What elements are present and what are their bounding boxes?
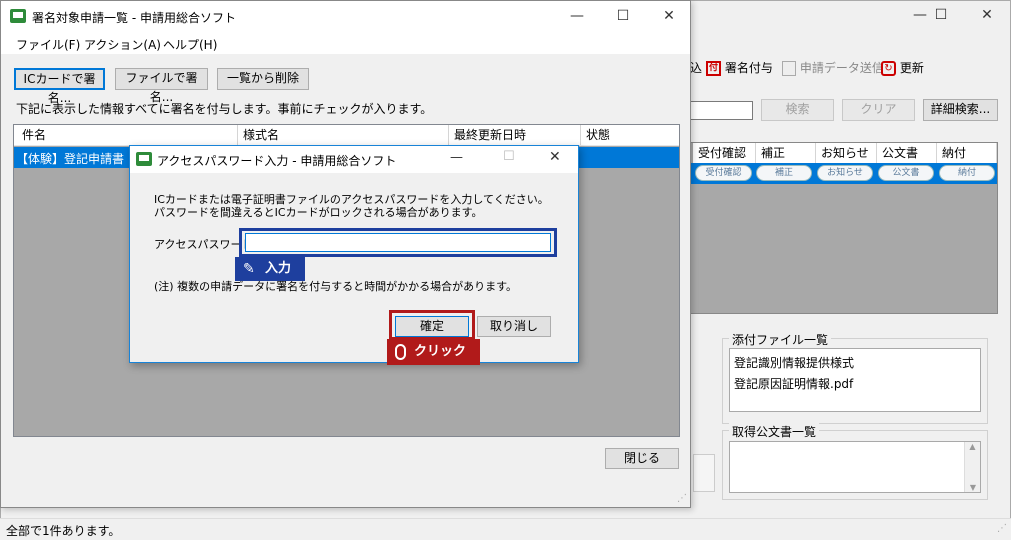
close-window-button[interactable]: 閉じる — [605, 448, 679, 469]
cancel-button[interactable]: 取り消し — [477, 316, 551, 337]
row-subject: 【体験】登記申請書 — [16, 152, 125, 166]
col-header-form[interactable]: 様式名 — [238, 125, 449, 145]
send-icon — [782, 61, 796, 76]
attachment-item[interactable]: 登記識別情報提供様式 — [734, 354, 854, 371]
resize-grip-icon[interactable]: ⋰ — [677, 493, 687, 504]
mouse-icon — [395, 344, 406, 360]
bg-clear-button[interactable]: クリア — [842, 99, 915, 121]
bg-status-pill[interactable]: 補正 — [756, 165, 812, 181]
bg-selected-row[interactable]: 受付確認 補正 お知らせ 公文書 納付 — [691, 163, 997, 184]
app-icon — [10, 9, 26, 23]
dialog-title: アクセスパスワード入力 - 申請用総合ソフト — [157, 154, 397, 168]
bg-col-header[interactable]: 納付 — [937, 143, 997, 163]
click-callout-label: クリック — [414, 344, 467, 359]
col-header-subject[interactable]: 件名 — [14, 125, 238, 145]
bg-toolbar-partial-item[interactable]: 込 — [690, 58, 702, 78]
dialog-minimize-button[interactable]: — — [450, 150, 463, 165]
refresh-icon: ↻ — [881, 61, 896, 76]
bg-col-header[interactable]: 受付確認 — [693, 143, 756, 163]
dialog-message-2: パスワードを間違えるとICカードがロックされる場合があります。 — [154, 206, 483, 219]
bg-toolbar-refresh-item[interactable]: ↻ 更新 — [881, 58, 924, 78]
sign-list-titlebar: 署名対象申請一覧 - 申請用総合ソフト — ☐ ✕ — [1, 1, 690, 32]
ok-button-highlight — [389, 310, 475, 340]
bg-toolbar-sign-item[interactable]: 付 署名付与 — [706, 58, 773, 78]
bg-toolbar-send-label: 申請データ送信 — [799, 61, 884, 75]
dialog-close-button[interactable]: ✕ — [549, 149, 561, 165]
attachments-title: 添付ファイル一覧 — [729, 331, 832, 348]
ic-card-sign-button[interactable]: ICカードで署名... — [14, 68, 105, 105]
pencil-icon: ✎ — [243, 261, 255, 277]
table-header: 件名 様式名 最終更新日時 状態 — [14, 125, 679, 146]
sign-icon: 付 — [706, 61, 721, 76]
menu-help[interactable]: ヘルプ(H) — [163, 36, 217, 53]
bg-toolbar-sign-label: 署名付与 — [724, 61, 773, 75]
bg-status-pill[interactable]: 公文書 — [878, 165, 934, 181]
dialog-note: (注) 複数の申請データに署名を付与すると時間がかかる場合があります。 — [154, 280, 517, 293]
bg-grid: 受付確認 補正 お知らせ 公文書 納付 受付確認 補正 お知らせ 公文書 納付 — [690, 142, 998, 314]
bg-detail-search-button[interactable]: 詳細検索... — [923, 99, 998, 121]
col-header-status[interactable]: 状態 — [581, 125, 679, 145]
bg-col-header[interactable]: 補正 — [756, 143, 816, 163]
menu-bar: ファイル(F) アクション(A) ヘルプ(H) — [1, 32, 690, 54]
menu-action[interactable]: アクション(A) — [84, 36, 161, 53]
attachments-list[interactable]: 登記識別情報提供様式 登記原因証明情報.pdf — [729, 348, 981, 412]
file-sign-button[interactable]: ファイルで署名... — [115, 68, 208, 104]
scrollbar[interactable]: ▲ ▼ — [964, 442, 980, 492]
scroll-up-icon[interactable]: ▲ — [965, 442, 980, 451]
password-label: アクセスパスワード — [154, 238, 253, 251]
col-header-updated[interactable]: 最終更新日時 — [449, 125, 581, 145]
official-docs-list[interactable]: ▲ ▼ — [729, 441, 981, 493]
bg-close-button[interactable]: ✕ — [964, 0, 1010, 30]
close-button[interactable]: ✕ — [646, 1, 692, 31]
click-callout: クリック — [387, 339, 480, 365]
bg-status-pill[interactable]: 納付 — [939, 165, 995, 181]
status-text: 全部で1件あります。 — [6, 524, 121, 538]
input-callout-label: 入力 — [265, 261, 292, 276]
menu-file[interactable]: ファイル(F) — [16, 36, 80, 53]
dialog-maximize-button[interactable]: ☐ — [503, 149, 515, 164]
instruction-text: 下記に表示した情報すべてに署名を付与します。事前にチェックが入ります。 — [16, 102, 433, 116]
password-input[interactable] — [245, 233, 551, 252]
window-title: 署名対象申請一覧 - 申請用総合ソフト — [32, 11, 236, 25]
bg-status-pill[interactable]: お知らせ — [817, 165, 873, 181]
scroll-down-icon[interactable]: ▼ — [965, 483, 981, 492]
remove-from-list-button[interactable]: 一覧から削除 — [217, 68, 309, 90]
bg-maximize-button[interactable]: ☐ — [918, 0, 964, 30]
bg-search-button[interactable]: 検索 — [761, 99, 834, 121]
minimize-button[interactable]: — — [554, 1, 600, 31]
resize-grip-icon[interactable]: ⋰ — [997, 523, 1007, 534]
app-icon — [136, 152, 152, 166]
input-callout: ✎ 入力 — [235, 257, 305, 281]
bg-toolbar-refresh-label: 更新 — [899, 61, 924, 75]
bg-toolbar-send-item[interactable]: 申請データ送信 — [782, 58, 884, 78]
bg-status-pill[interactable]: 受付確認 — [695, 165, 752, 181]
maximize-button[interactable]: ☐ — [600, 1, 646, 31]
attachment-item[interactable]: 登記原因証明情報.pdf — [734, 375, 853, 392]
bg-search-input[interactable] — [690, 101, 753, 120]
official-docs-title: 取得公文書一覧 — [729, 423, 820, 440]
bg-scroll-stub[interactable] — [693, 454, 715, 492]
bg-col-header[interactable]: お知らせ — [816, 143, 877, 163]
status-bar: 全部で1件あります。 ⋰ — [0, 518, 1011, 540]
bg-col-header[interactable]: 公文書 — [877, 143, 937, 163]
dialog-titlebar: アクセスパスワード入力 - 申請用総合ソフト — ☐ ✕ — [130, 146, 578, 173]
